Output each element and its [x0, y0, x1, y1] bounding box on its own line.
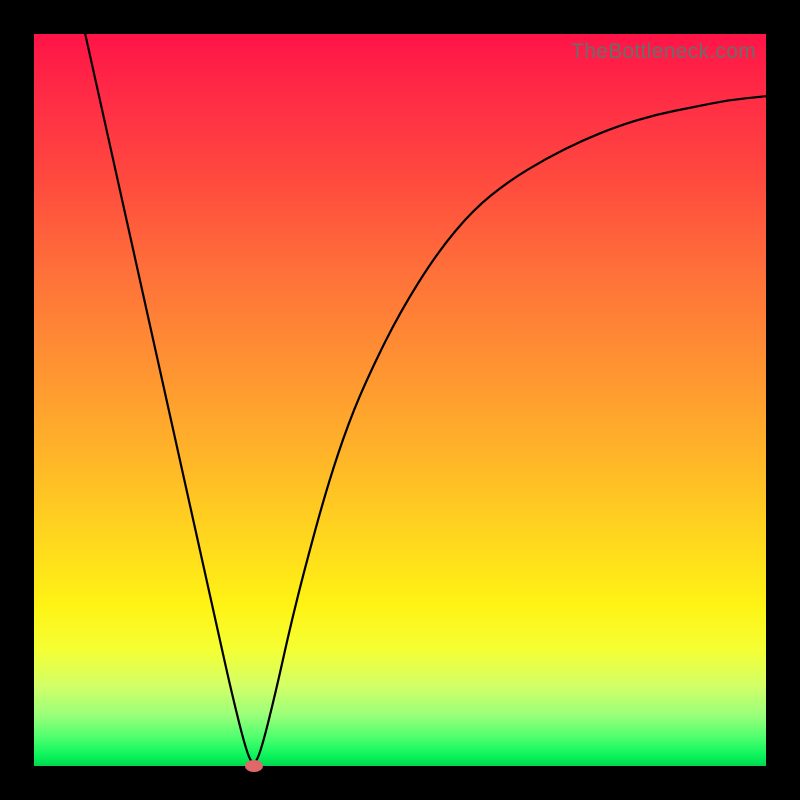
- bottleneck-curve: [34, 34, 766, 766]
- minimum-marker: [245, 760, 263, 772]
- watermark-label: TheBottleneck.com: [571, 40, 756, 64]
- plot-area: TheBottleneck.com: [34, 34, 766, 766]
- chart-frame: TheBottleneck.com: [0, 0, 800, 800]
